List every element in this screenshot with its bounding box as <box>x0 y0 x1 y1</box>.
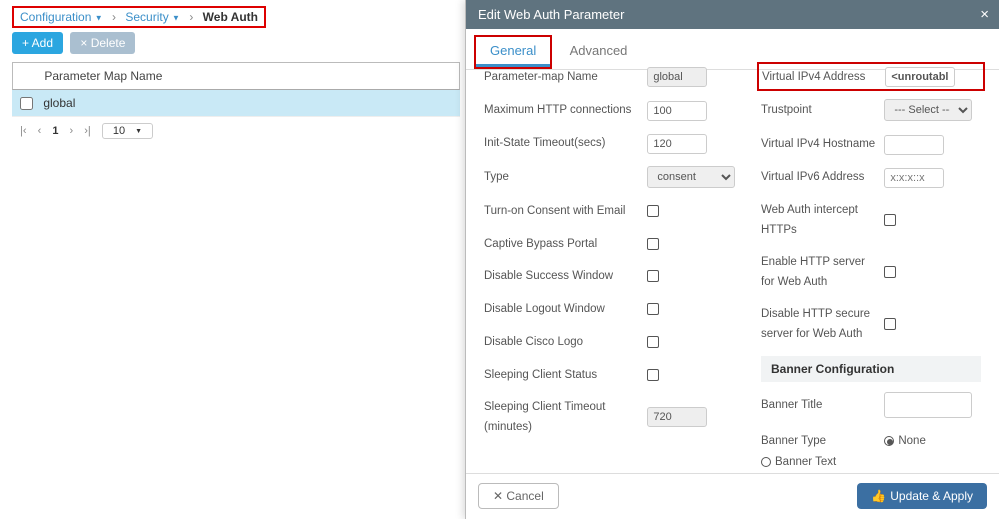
label-disable-logout: Disable Logout Window <box>484 299 644 319</box>
label-sleeping-status: Sleeping Client Status <box>484 365 644 385</box>
label-banner-title: Banner Title <box>761 395 881 415</box>
radio-banner-none[interactable]: None <box>884 431 926 451</box>
table-header: Parameter Map Name <box>12 62 460 90</box>
label-intercept-https: Web Auth intercept HTTPs <box>761 200 881 240</box>
checkbox-intercept-https[interactable] <box>884 214 896 226</box>
checkbox-sleeping-status[interactable] <box>647 369 659 381</box>
select-type[interactable]: consent <box>647 166 735 188</box>
label-captive-bypass: Captive Bypass Portal <box>484 234 644 254</box>
list-toolbar: + Add × Delete <box>12 32 139 54</box>
input-parameter-map-name <box>647 67 707 87</box>
breadcrumb-security[interactable]: Security ▼ <box>123 10 182 24</box>
chevron-down-icon: ▼ <box>172 13 180 22</box>
breadcrumb-separator: › <box>108 10 120 24</box>
thumbs-up-icon: 👍 <box>871 489 886 503</box>
label-virtual-ipv4-hostname: Virtual IPv4 Hostname <box>761 134 881 154</box>
input-max-http[interactable] <box>647 101 707 121</box>
label-parameter-map-name: Parameter-map Name <box>484 67 644 87</box>
page-current: 1 <box>52 125 58 137</box>
add-button[interactable]: + Add <box>12 32 63 54</box>
page-prev[interactable]: ‹ <box>38 125 42 137</box>
page-size-select[interactable]: 10▼ <box>102 123 153 139</box>
page-last[interactable]: ›| <box>84 125 91 137</box>
label-virtual-ipv4: Virtual IPv4 Address <box>762 67 882 87</box>
label-banner-type: Banner Type <box>761 431 881 451</box>
label-disable-logo: Disable Cisco Logo <box>484 332 644 352</box>
table-row[interactable]: global <box>12 90 460 117</box>
panel-header: Edit Web Auth Parameter × <box>466 0 999 29</box>
page-first[interactable]: |‹ <box>20 125 27 137</box>
panel-footer: ✕ Cancel 👍Update & Apply <box>466 473 999 519</box>
input-virtual-ipv4[interactable] <box>885 67 955 87</box>
checkbox-disable-logo[interactable] <box>647 336 659 348</box>
checkbox-disable-https-server[interactable] <box>884 318 896 330</box>
checkbox-captive-bypass[interactable] <box>647 238 659 250</box>
breadcrumb-separator: › <box>185 10 197 24</box>
checkbox-disable-success[interactable] <box>647 270 659 282</box>
label-disable-https-server: Disable HTTP secure server for Web Auth <box>761 304 881 344</box>
input-init-timeout[interactable] <box>647 134 707 154</box>
close-icon[interactable]: × <box>980 6 989 23</box>
section-banner-config: Banner Configuration <box>761 356 981 382</box>
select-trustpoint[interactable]: --- Select --- <box>884 99 972 121</box>
checkbox-enable-http[interactable] <box>884 266 896 278</box>
panel-title: Edit Web Auth Parameter <box>478 7 624 22</box>
input-sleeping-timeout <box>647 407 707 427</box>
label-turnon-consent: Turn-on Consent with Email <box>484 201 644 221</box>
row-select-checkbox[interactable] <box>20 97 33 110</box>
cancel-button[interactable]: ✕ Cancel <box>478 483 559 509</box>
breadcrumb-configuration[interactable]: Configuration ▼ <box>18 10 105 24</box>
input-virtual-ipv4-hostname[interactable] <box>884 135 944 155</box>
input-virtual-ipv6[interactable] <box>884 168 944 188</box>
checkbox-disable-logout[interactable] <box>647 303 659 315</box>
chevron-down-icon: ▼ <box>133 128 142 135</box>
breadcrumb-web-auth: Web Auth <box>201 10 260 24</box>
label-virtual-ipv6: Virtual IPv6 Address <box>761 167 881 187</box>
form-general: Parameter-map Name Maximum HTTP connecti… <box>466 54 999 473</box>
parameter-map-table: Parameter Map Name global |‹ ‹ 1 › ›| 10… <box>12 62 460 145</box>
label-max-http: Maximum HTTP connections <box>484 100 644 120</box>
page-next[interactable]: › <box>70 125 74 137</box>
delete-button[interactable]: × Delete <box>70 32 135 54</box>
breadcrumb: Configuration ▼ › Security ▼ › Web Auth <box>12 6 266 28</box>
label-disable-success: Disable Success Window <box>484 266 644 286</box>
label-sleeping-timeout: Sleeping Client Timeout (minutes) <box>484 397 644 437</box>
edit-panel: Edit Web Auth Parameter × General Advanc… <box>465 0 999 519</box>
label-enable-http: Enable HTTP server for Web Auth <box>761 252 881 292</box>
cell-parameter-name: global <box>43 96 75 110</box>
label-type: Type <box>484 167 644 187</box>
update-apply-button[interactable]: 👍Update & Apply <box>857 483 987 509</box>
column-parameter-map-name[interactable]: Parameter Map Name <box>44 69 162 83</box>
label-init-timeout: Init-State Timeout(secs) <box>484 133 644 153</box>
chevron-down-icon: ▼ <box>95 13 103 22</box>
checkbox-turnon-consent[interactable] <box>647 205 659 217</box>
pagination: |‹ ‹ 1 › ›| 10▼ <box>12 117 460 145</box>
label-trustpoint: Trustpoint <box>761 100 881 120</box>
radio-banner-text[interactable]: Banner Text <box>761 452 836 472</box>
input-banner-title[interactable] <box>884 392 972 418</box>
